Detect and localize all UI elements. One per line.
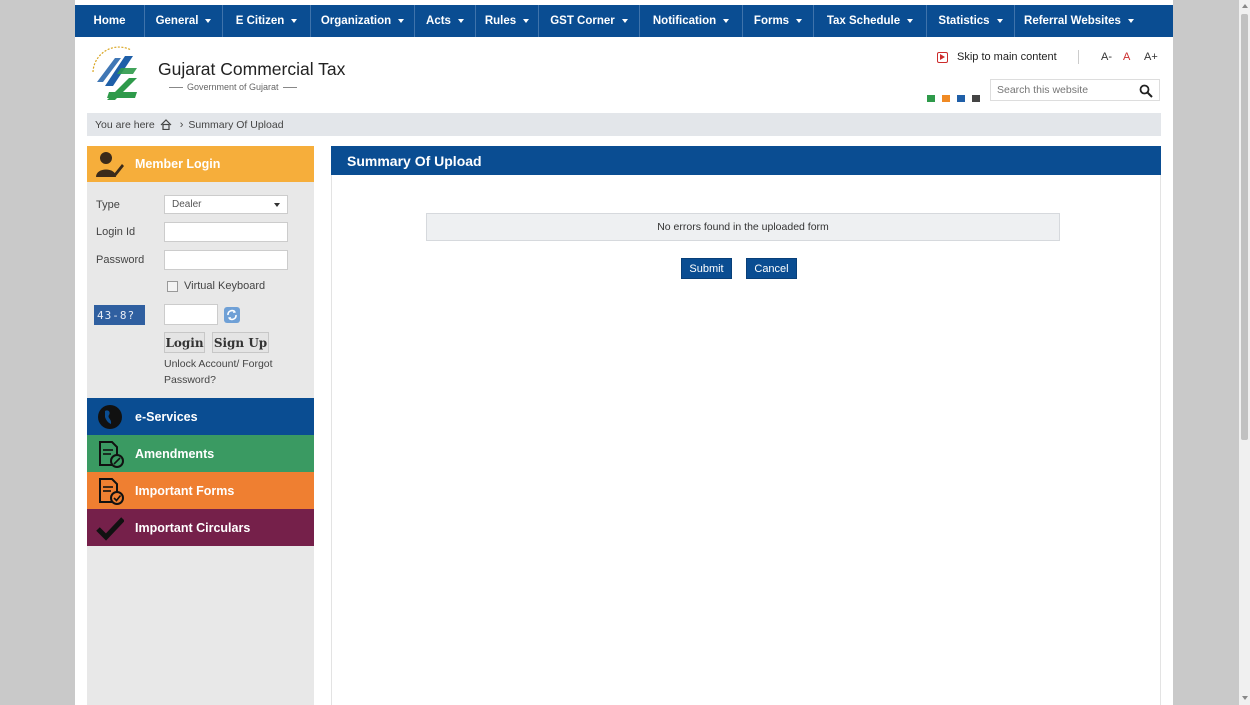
captcha-image: 43-8? xyxy=(94,305,145,325)
theme-swatch-dark[interactable] xyxy=(972,95,980,102)
menu-important-circulars[interactable]: Important Circulars xyxy=(87,509,314,546)
skip-to-main-content-link[interactable]: Skip to main content xyxy=(937,51,1057,63)
site-title: Gujarat Commercial Tax xyxy=(158,59,346,79)
refresh-icon[interactable] xyxy=(224,307,240,323)
skip-arrow-icon xyxy=(937,51,948,63)
nav-organization[interactable]: Organization xyxy=(311,5,415,37)
nav-forms[interactable]: Forms xyxy=(743,5,814,37)
nav-statistics[interactable]: Statistics xyxy=(927,5,1015,37)
nav-gst-corner[interactable]: GST Corner xyxy=(539,5,640,37)
login-button[interactable]: Login xyxy=(164,332,205,353)
menu-e-services[interactable]: e-Services xyxy=(87,398,314,435)
nav-acts[interactable]: Acts xyxy=(415,5,476,37)
upload-status-message: No errors found in the uploaded form xyxy=(426,213,1060,241)
vertical-scrollbar[interactable] xyxy=(1239,0,1250,705)
checkmark-icon xyxy=(96,516,124,541)
nav-tax-schedule[interactable]: Tax Schedule xyxy=(814,5,927,37)
theme-swatch-orange[interactable] xyxy=(942,95,950,102)
dropdown-arrow-icon xyxy=(274,203,280,207)
search-icon[interactable] xyxy=(1139,84,1153,98)
globe-icon xyxy=(98,404,122,429)
password-label: Password xyxy=(96,254,145,266)
chevron-right-icon: › xyxy=(179,118,184,131)
scrollbar-thumb[interactable] xyxy=(1241,14,1248,440)
scroll-up-icon[interactable] xyxy=(1242,4,1248,8)
user-login-icon xyxy=(96,152,124,177)
menu-amendments[interactable]: Amendments xyxy=(87,435,314,472)
main-nav: Home General E Citizen Organization Acts… xyxy=(75,5,1173,37)
theme-swatch-blue[interactable] xyxy=(957,95,965,102)
password-input[interactable] xyxy=(164,250,288,270)
member-login-header: Member Login xyxy=(87,146,314,182)
caret-down-icon xyxy=(996,19,1003,23)
unlock-account-link[interactable]: Unlock Account/ Forgot Password? xyxy=(164,356,304,388)
breadcrumb-current: Summary Of Upload xyxy=(188,118,284,131)
nav-e-citizen[interactable]: E Citizen xyxy=(223,5,311,37)
captcha-input[interactable] xyxy=(164,304,218,325)
caret-down-icon xyxy=(398,19,405,23)
login-id-input[interactable] xyxy=(164,222,288,242)
submit-button[interactable]: Submit xyxy=(681,258,732,279)
page: Home General E Citizen Organization Acts… xyxy=(75,0,1173,705)
site-subtitle: Government of Gujarat xyxy=(165,82,301,92)
nav-general[interactable]: General xyxy=(145,5,223,37)
form-check-icon xyxy=(99,477,124,505)
font-decrease-button[interactable]: A- xyxy=(1101,51,1112,63)
caret-down-icon xyxy=(621,19,628,23)
sidebar: Member Login Type Dealer Login Id Passwo… xyxy=(87,146,314,705)
caret-down-icon xyxy=(457,19,464,23)
font-normal-button[interactable]: A xyxy=(1123,51,1130,63)
document-edit-icon xyxy=(99,440,124,468)
caret-down-icon xyxy=(907,19,914,23)
sign-up-button[interactable]: Sign Up xyxy=(212,332,269,353)
main-content xyxy=(331,175,1161,705)
caret-down-icon xyxy=(291,19,298,23)
caret-down-icon xyxy=(1127,19,1134,23)
search-box xyxy=(990,79,1160,101)
search-input[interactable] xyxy=(991,84,1131,96)
virtual-keyboard-checkbox[interactable]: Virtual Keyboard xyxy=(167,280,265,292)
cancel-button[interactable]: Cancel xyxy=(746,258,797,279)
theme-swatch-green[interactable] xyxy=(927,95,935,102)
menu-important-forms[interactable]: Important Forms xyxy=(87,472,314,509)
font-increase-button[interactable]: A+ xyxy=(1144,51,1158,63)
nav-notification[interactable]: Notification xyxy=(640,5,743,37)
breadcrumb: You are here › Summary Of Upload xyxy=(87,113,1161,136)
checkbox[interactable] xyxy=(167,280,178,292)
caret-down-icon xyxy=(523,19,530,23)
type-select[interactable]: Dealer xyxy=(164,195,288,214)
type-label: Type xyxy=(96,199,120,211)
divider xyxy=(1078,50,1079,64)
gujarat-commercial-tax-logo[interactable] xyxy=(85,42,147,108)
nav-referral-websites[interactable]: Referral Websites xyxy=(1015,5,1143,37)
nav-rules[interactable]: Rules xyxy=(476,5,539,37)
nav-home[interactable]: Home xyxy=(75,5,145,37)
page-title: Summary Of Upload xyxy=(331,146,1161,175)
scroll-down-icon[interactable] xyxy=(1242,696,1248,700)
login-id-label: Login Id xyxy=(96,226,136,238)
caret-down-icon xyxy=(723,19,730,23)
home-icon[interactable] xyxy=(160,119,172,130)
caret-down-icon xyxy=(205,19,212,23)
caret-down-icon xyxy=(796,19,803,23)
